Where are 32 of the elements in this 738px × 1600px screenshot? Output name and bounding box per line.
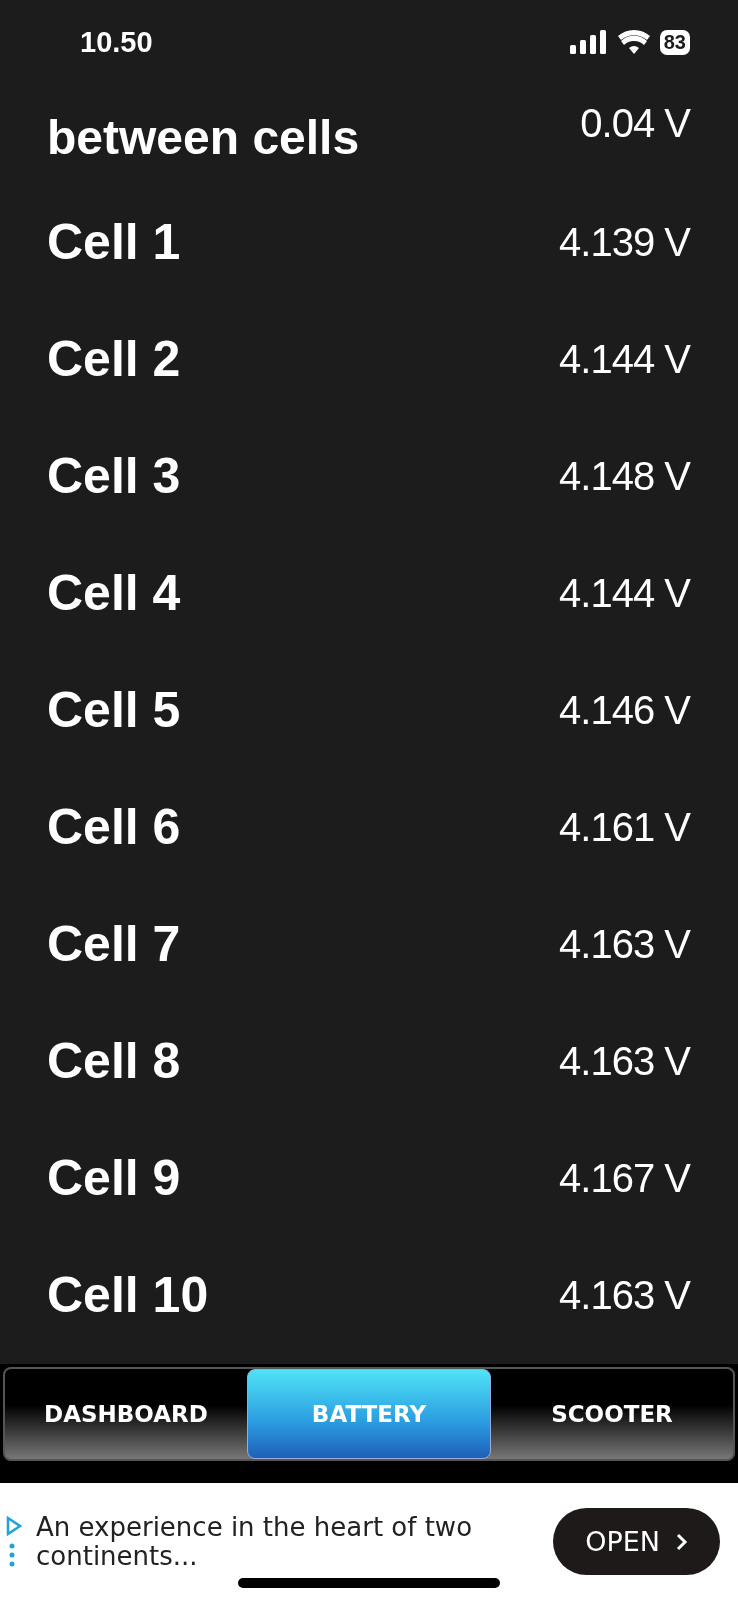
row-value: 4.163 V [559,1273,690,1318]
row-value: 4.167 V [559,1156,690,1201]
row-value: 4.144 V [559,571,690,616]
nav-tab[interactable]: SCOOTER [491,1369,733,1459]
signal-icon [569,30,608,54]
row-value: 4.144 V [559,337,690,382]
row-value: 4.148 V [559,454,690,499]
row-value: 4.139 V [559,220,690,265]
play-icon [6,1515,22,1568]
battery-level: 83 [659,29,690,55]
row-label: Cell 2 [47,332,181,387]
row-value: 4.146 V [559,688,690,733]
row-label: Cell 1 [47,215,181,270]
row-label: Cell 8 [47,1034,181,1089]
row-label: between cells [47,111,361,165]
row-value: 4.163 V [559,1039,690,1084]
row-value: 4.163 V [559,922,690,967]
row-value: 0.04 V [580,100,690,146]
row-label: Cell 9 [47,1151,181,1206]
chevron-icon [676,1532,688,1551]
row-label: Cell 7 [47,917,181,972]
wifi-icon [617,30,650,54]
status-time: 10.50 [80,25,153,60]
row-label: Cell 4 [47,566,181,621]
row-value: 4.161 V [559,805,690,850]
open-button[interactable]: OPEN [553,1508,720,1575]
row-label: Cell 6 [47,800,181,855]
row-label: Cell 10 [47,1268,209,1323]
row-label: Cell 5 [47,683,181,738]
nav-tab[interactable]: DASHBOARD [5,1369,247,1459]
row-label: Cell 3 [47,449,181,504]
ad-text: An experience in the heart of two continents... [36,1512,474,1571]
